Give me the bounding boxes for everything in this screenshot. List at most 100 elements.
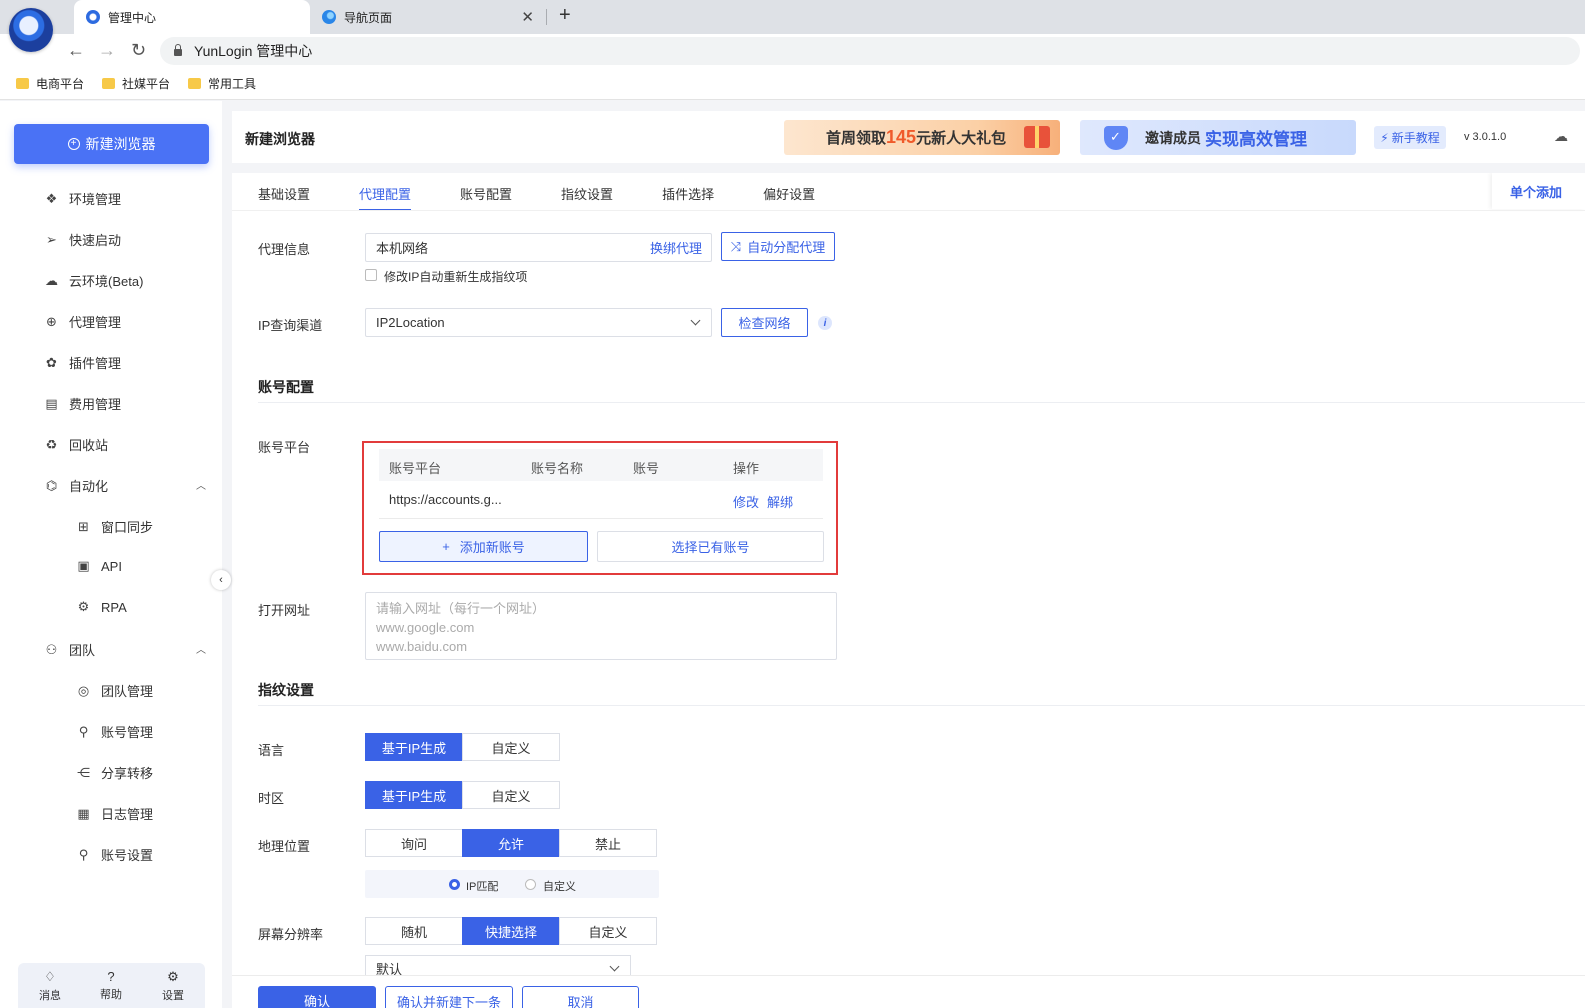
tab-title: 管理中心 (108, 10, 157, 25)
tutorial-button[interactable]: ⚡ 新手教程 (1374, 126, 1446, 149)
sidebar-item-share[interactable]: ⋲ 分享转移 (76, 763, 153, 782)
select-existing-account-button[interactable]: 选择已有账号 (597, 531, 824, 562)
radio-ip-match[interactable] (449, 879, 460, 890)
account-platform-cell: https://accounts.g... (389, 492, 502, 507)
proxy-value: 本机网络 (376, 241, 429, 256)
sidebar-item-label: RPA (101, 599, 127, 615)
gift-icon (1024, 126, 1050, 148)
close-icon[interactable]: ✕ (521, 8, 534, 26)
sidebar-item-window-sync[interactable]: ⊞ 窗口同步 (76, 517, 153, 536)
sidebar-item-account-manage[interactable]: ⚲ 账号管理 (76, 722, 153, 741)
tab-proxy-config[interactable]: 代理配置 (359, 184, 412, 211)
sidebar-item-team-manage[interactable]: ◎ 团队管理 (76, 681, 153, 700)
address-bar[interactable]: YunLogin 管理中心 (160, 37, 1580, 65)
confirm-and-next-button[interactable]: 确认并新建下一条 (385, 986, 513, 1008)
add-new-account-button[interactable]: + 添加新账号 (379, 531, 588, 562)
bell-icon: ♢ (44, 969, 56, 984)
sidebar-item-proxy[interactable]: ⊕ 代理管理 (44, 312, 121, 331)
geo-option-ask[interactable]: 询问 (365, 829, 463, 857)
new-browser-label: 新建浏览器 (85, 136, 156, 152)
chevron-up-icon[interactable]: ︿ (196, 477, 206, 492)
messages-button[interactable]: ♢ 消息 (30, 969, 70, 1003)
tab-preferences[interactable]: 偏好设置 (763, 184, 815, 211)
page-header: 新建浏览器 首周领取145元新人大礼包 邀请成员实现高效管理 ⚡新手教程 v 3… (232, 111, 1585, 163)
timezone-option-ip[interactable]: 基于IP生成 (365, 781, 463, 809)
column-header: 账号 (633, 461, 660, 476)
geo-option-block[interactable]: 禁止 (559, 829, 657, 857)
auto-assign-proxy-button[interactable]: ⤨ 自动分配代理 (721, 232, 835, 261)
version-label: v 3.0.1.0 (1464, 131, 1507, 143)
sidebar-item-label: 团队管理 (101, 684, 154, 699)
sidebar-item-rpa[interactable]: ⚙ RPA (76, 599, 127, 615)
account-table-box: 账号平台 账号名称 账号 操作 https://accounts.g... 修改… (362, 441, 838, 575)
bookmark-folder[interactable]: 常用工具 (188, 75, 256, 92)
sidebar-item-plugins[interactable]: ✿ 插件管理 (44, 353, 121, 372)
sidebar-item-environment[interactable]: ❖ 环境管理 (44, 189, 121, 208)
new-browser-button[interactable]: + 新建浏览器 (14, 124, 209, 164)
collapse-sidebar-icon[interactable]: ‹ (211, 570, 231, 590)
account-platform-label: 账号平台 (258, 440, 311, 455)
gear-icon: ⚙ (167, 969, 179, 984)
reload-icon[interactable]: ↻ (131, 40, 146, 61)
sidebar-item-label: 分享转移 (101, 766, 154, 781)
sidebar-item-recycle-bin[interactable]: ♻ 回收站 (44, 435, 108, 454)
sidebar-item-logs[interactable]: ▦ 日志管理 (76, 804, 153, 823)
regen-fingerprint-checkbox[interactable] (365, 269, 377, 281)
resolution-option-random[interactable]: 随机 (365, 917, 463, 945)
chevron-up-icon[interactable]: ︿ (196, 641, 206, 656)
new-tab-plus-icon[interactable]: + (559, 4, 571, 27)
timezone-option-custom[interactable]: 自定义 (462, 781, 560, 809)
proxy-info-field[interactable]: 本机网络 换绑代理 (365, 233, 712, 262)
check-network-button[interactable]: 检查网络 (721, 308, 808, 337)
tab-basic-settings[interactable]: 基础设置 (258, 184, 310, 211)
sidebar-item-account-settings[interactable]: ⚲ 账号设置 (76, 845, 153, 864)
sidebar-item-cloud[interactable]: ☁ 云环境(Beta) (44, 271, 143, 290)
open-url-textarea[interactable]: 请输入网址（每行一个网址） www.google.com www.baidu.c… (365, 592, 837, 660)
geolocation-segmented: 询问 允许 禁止 (365, 829, 657, 857)
change-proxy-link[interactable]: 换绑代理 (650, 238, 702, 257)
footer-actions: 确认 确认并新建下一条 取消 (232, 975, 1585, 1008)
team-icon: ⚇ (45, 641, 58, 657)
log-icon: ▦ (77, 805, 90, 821)
bookmark-folder[interactable]: 电商平台 (16, 75, 84, 92)
timezone-segmented: 基于IP生成 自定义 (365, 781, 560, 809)
bookmark-label: 常用工具 (208, 77, 257, 91)
unbind-link[interactable]: 解绑 (767, 492, 793, 511)
invite-members-banner[interactable]: 邀请成员实现高效管理 (1080, 120, 1356, 155)
bookmark-folder[interactable]: 社媒平台 (102, 75, 170, 92)
edit-link[interactable]: 修改 (733, 492, 759, 511)
resolution-option-custom[interactable]: 自定义 (559, 917, 657, 945)
sidebar-item-quick-launch[interactable]: ➢ 快速启动 (44, 230, 121, 249)
radio-custom[interactable] (525, 879, 536, 890)
ip-channel-select[interactable]: IP2Location (365, 308, 712, 337)
help-icon: ? (107, 969, 115, 984)
cloud-upload-icon[interactable]: ☁ (1554, 128, 1568, 145)
confirm-button[interactable]: 确认 (258, 986, 376, 1008)
geo-option-allow[interactable]: 允许 (462, 829, 560, 857)
browser-tab-active[interactable]: 管理中心 (74, 0, 310, 34)
sidebar-item-team[interactable]: ⚇ 团队 (44, 640, 95, 659)
single-add-tab[interactable]: 单个添加 (1492, 173, 1585, 209)
tab-plugin-select[interactable]: 插件选择 (662, 184, 714, 211)
sidebar-item-label: 快速启动 (69, 233, 122, 248)
radio-label: 自定义 (543, 881, 576, 893)
forward-arrow-icon[interactable]: → (98, 40, 116, 61)
info-icon[interactable]: i (818, 316, 832, 330)
cancel-button[interactable]: 取消 (522, 986, 639, 1008)
timezone-label: 时区 (258, 791, 285, 806)
settings-button[interactable]: ⚙ 设置 (153, 969, 193, 1003)
sidebar-item-label: 账号管理 (101, 725, 154, 740)
help-button[interactable]: ? 帮助 (91, 969, 131, 1002)
back-arrow-icon[interactable]: ← (67, 40, 85, 61)
sidebar-item-billing[interactable]: ▤ 费用管理 (44, 394, 121, 413)
resolution-option-quick[interactable]: 快捷选择 (462, 917, 560, 945)
sidebar-item-automation[interactable]: ⌬ 自动化 (44, 476, 108, 495)
shield-icon (1104, 126, 1128, 150)
browser-tab-inactive[interactable]: 导航页面 ✕ (310, 0, 546, 34)
tab-fingerprint-settings[interactable]: 指纹设置 (561, 184, 613, 211)
language-option-custom[interactable]: 自定义 (462, 733, 560, 761)
tab-account-config[interactable]: 账号配置 (460, 184, 512, 211)
newcomer-gift-banner[interactable]: 首周领取 145 元新人大礼包 (784, 120, 1060, 155)
sidebar-item-api[interactable]: ▣ API (76, 558, 122, 574)
language-option-ip[interactable]: 基于IP生成 (365, 733, 463, 761)
